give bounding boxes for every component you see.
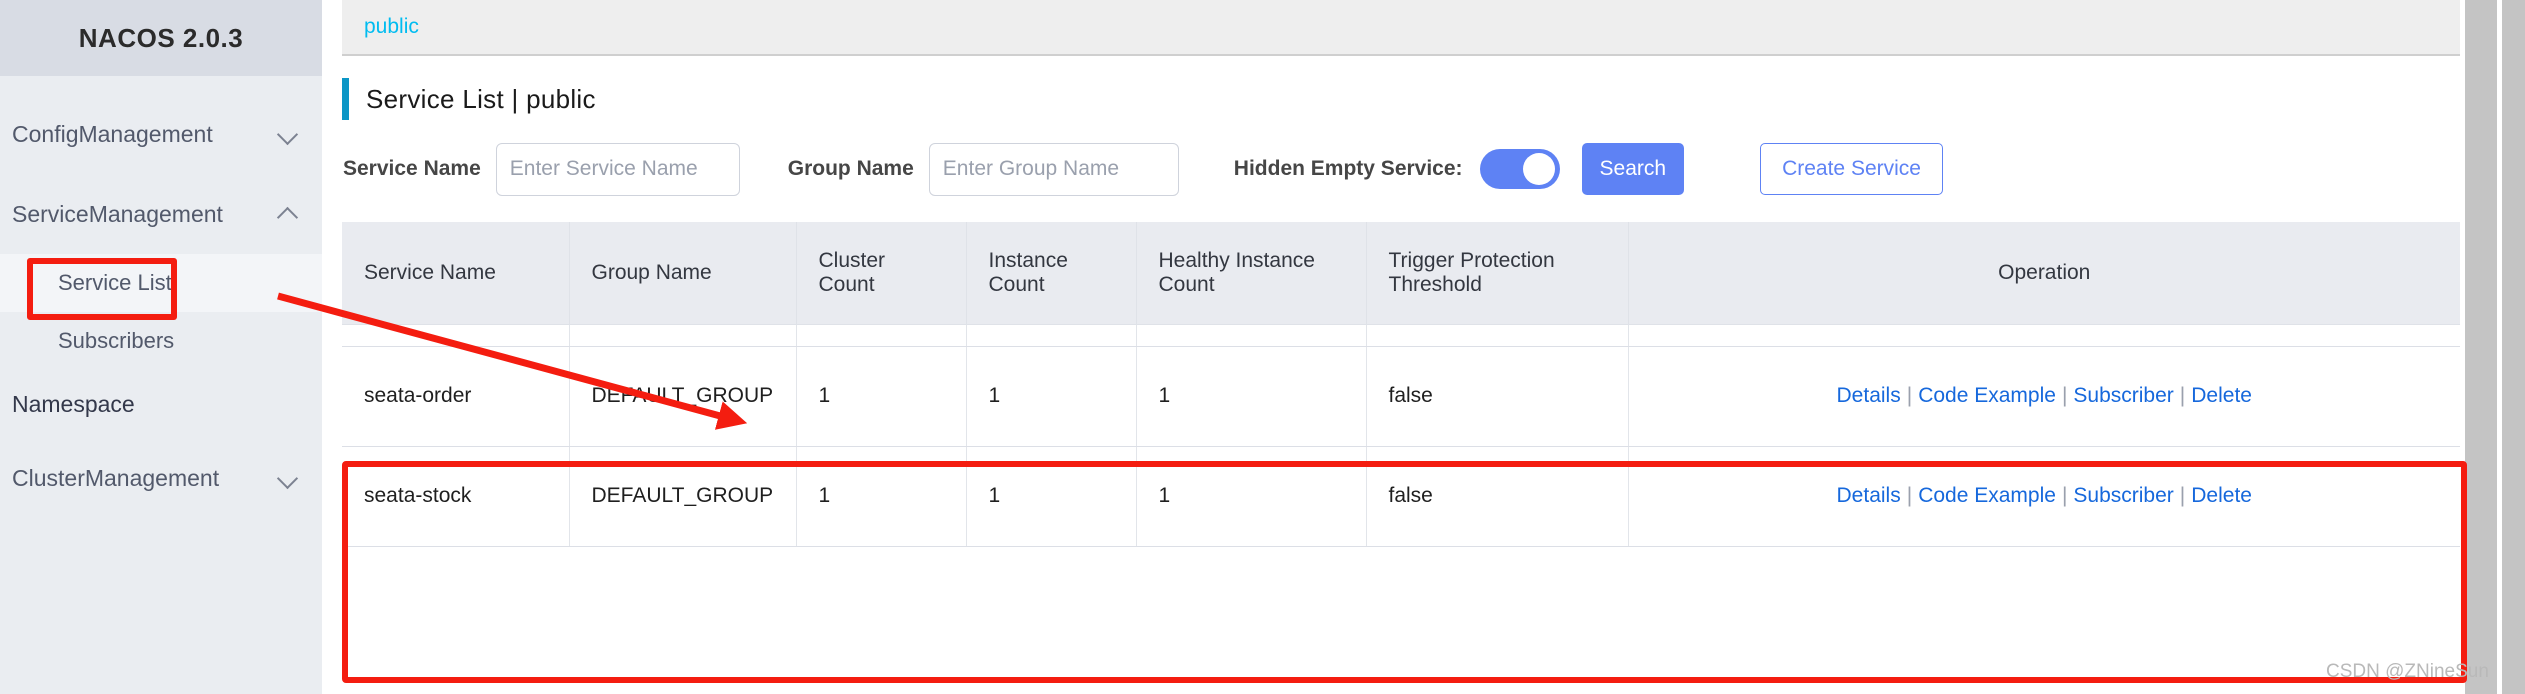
cell-service-name: seata-order <box>342 346 570 447</box>
breadcrumb: public <box>342 0 2460 56</box>
sidebar: NACOS 2.0.3 ConfigManagement ServiceMana… <box>0 0 322 694</box>
column-header-operation: Operation <box>1628 222 2460 325</box>
sidebar-item-label: Namespace <box>12 390 135 417</box>
column-header-instance-count[interactable]: Instance Count <box>966 222 1137 325</box>
details-link[interactable]: Details <box>1837 484 1901 507</box>
sidebar-nav: ConfigManagement ServiceManagement Servi… <box>0 76 322 518</box>
link-separator: | <box>2179 483 2186 507</box>
inner-vertical-scrollbar[interactable] <box>2465 0 2497 694</box>
operation-links: Details | Code Example | Subscriber | Delete <box>1651 480 2439 513</box>
search-service-name-input[interactable] <box>495 142 740 196</box>
sidebar-item-label: ServiceManagement <box>12 200 223 227</box>
group-name-label: Group Name <box>787 157 914 180</box>
breadcrumb-item-public[interactable]: public <box>364 15 419 39</box>
sidebar-logo: NACOS 2.0.3 <box>0 0 322 76</box>
sidebar-item-config-management[interactable]: ConfigManagement <box>0 94 322 174</box>
link-separator: | <box>2061 483 2068 507</box>
service-table-container: Service Name Group Name Cluster Count In… <box>342 222 2460 547</box>
nacos-console-screen: NACOS 2.0.3 ConfigManagement ServiceMana… <box>0 0 2525 694</box>
toggle-knob <box>1522 153 1555 185</box>
table-header: Service Name Group Name Cluster Count In… <box>342 222 2460 325</box>
cell-group-name: DEFAULT_GROUP <box>569 446 797 547</box>
column-header-group-name[interactable]: Group Name <box>569 222 797 325</box>
delete-link[interactable]: Delete <box>2191 484 2252 507</box>
subscriber-link[interactable]: Subscriber <box>2073 484 2173 507</box>
chevron-down-icon <box>278 467 300 489</box>
watermark: CSDN @ZNineSun <box>2326 661 2489 682</box>
page-title: Service List | public <box>366 83 596 114</box>
link-separator: | <box>2061 383 2068 407</box>
sidebar-item-subscribers[interactable]: Subscribers <box>0 312 322 370</box>
table-row-partial <box>342 324 2460 347</box>
operation-links: Details | Code Example | Subscriber | Delete <box>1651 380 2439 413</box>
hidden-empty-service-label: Hidden Empty Service: <box>1233 157 1463 180</box>
search-button[interactable]: Search <box>1581 143 1685 195</box>
sidebar-item-label: ConfigManagement <box>12 120 213 147</box>
sidebar-item-namespace[interactable]: Namespace <box>0 370 322 438</box>
column-header-trigger-protection-threshold[interactable]: Trigger Protection Threshold <box>1366 222 1629 325</box>
column-header-cluster-count[interactable]: Cluster Count <box>796 222 967 325</box>
cell-healthy-instance-count: 1 <box>1136 446 1367 547</box>
page-title-row: Service List | public <box>342 66 2460 132</box>
sidebar-item-service-list[interactable]: Service List <box>0 254 322 312</box>
cell-cluster-count: 1 <box>796 346 967 447</box>
hidden-empty-service-toggle[interactable] <box>1479 149 1560 189</box>
table-row: seata-order DEFAULT_GROUP 1 1 1 false De… <box>342 346 2460 447</box>
details-link[interactable]: Details <box>1837 384 1901 407</box>
create-service-button[interactable]: Create Service <box>1760 143 1943 195</box>
sidebar-item-label: Service List <box>58 270 172 295</box>
link-separator: | <box>2179 383 2186 407</box>
link-separator: | <box>1906 483 1913 507</box>
cell-service-name: seata-stock <box>342 446 570 547</box>
cell-instance-count: 1 <box>966 446 1137 547</box>
link-separator: | <box>1906 383 1913 407</box>
code-example-link[interactable]: Code Example <box>1918 384 2056 407</box>
service-table: Service Name Group Name Cluster Count In… <box>342 222 2460 547</box>
cell-instance-count: 1 <box>966 346 1137 447</box>
delete-link[interactable]: Delete <box>2191 384 2252 407</box>
page-vertical-scrollbar[interactable] <box>2502 0 2525 694</box>
main-content: public Service List | public Service Nam… <box>342 0 2460 694</box>
table-row: seata-stock DEFAULT_GROUP 1 1 1 false De… <box>342 446 2460 547</box>
table-body: seata-order DEFAULT_GROUP 1 1 1 false De… <box>342 324 2460 547</box>
sidebar-logo-text: NACOS 2.0.3 <box>78 22 244 53</box>
cell-trigger-protection-threshold: false <box>1366 346 1629 447</box>
column-header-healthy-instance-count[interactable]: Healthy Instance Count <box>1136 222 1367 325</box>
code-example-link[interactable]: Code Example <box>1918 484 2056 507</box>
table-header-row: Service Name Group Name Cluster Count In… <box>342 222 2460 325</box>
cell-operation: Details | Code Example | Subscriber | Delete <box>1628 446 2460 547</box>
chevron-up-icon <box>278 203 300 225</box>
subscriber-link[interactable]: Subscriber <box>2073 384 2173 407</box>
filter-toolbar: Service Name Group Name Hidden Empty Ser… <box>342 132 2460 206</box>
chevron-down-icon <box>278 123 300 145</box>
cell-cluster-count: 1 <box>796 446 967 547</box>
column-header-service-name[interactable]: Service Name <box>342 222 570 325</box>
cell-trigger-protection-threshold: false <box>1366 446 1629 547</box>
sidebar-item-label: ClusterManagement <box>12 464 220 491</box>
search-group-name-input[interactable] <box>928 142 1179 196</box>
sidebar-item-label: Subscribers <box>58 328 175 353</box>
sidebar-item-service-management[interactable]: ServiceManagement <box>0 174 322 254</box>
cell-healthy-instance-count: 1 <box>1136 346 1367 447</box>
title-accent-bar <box>342 78 349 120</box>
cell-operation: Details | Code Example | Subscriber | Delete <box>1628 346 2460 447</box>
cell-group-name: DEFAULT_GROUP <box>569 346 797 447</box>
sidebar-item-cluster-management[interactable]: ClusterManagement <box>0 438 322 518</box>
service-name-label: Service Name <box>343 157 481 180</box>
